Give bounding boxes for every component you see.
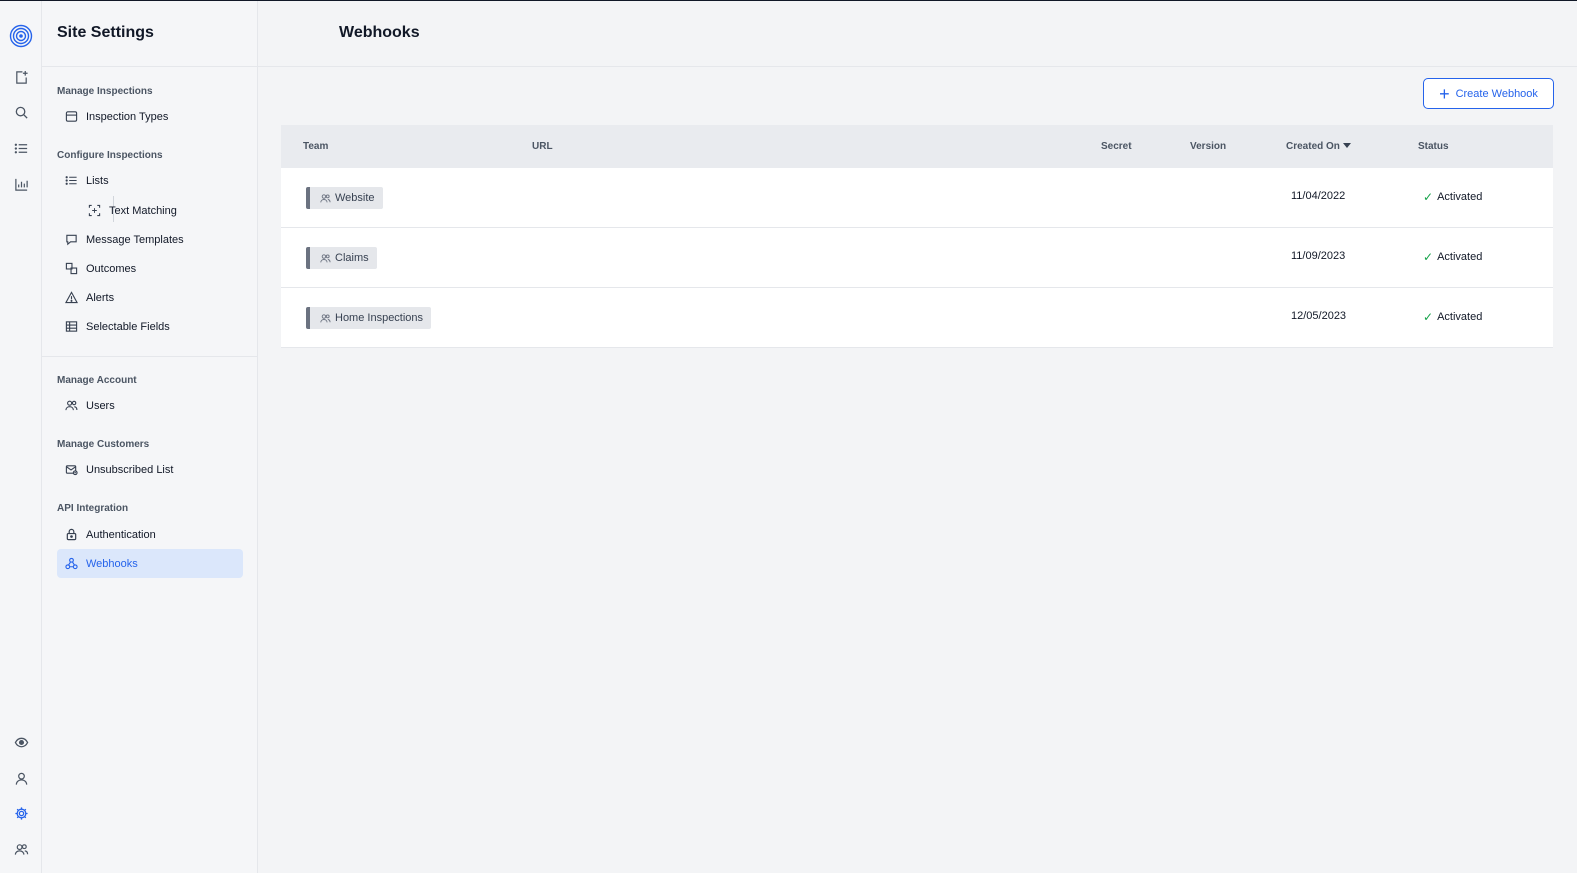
sort-descending-icon — [1342, 143, 1351, 148]
team-tag: Website — [306, 187, 383, 209]
new-inspection-icon[interactable] — [0, 63, 42, 91]
team-icon — [320, 253, 331, 262]
check-icon: ✓ — [1423, 250, 1434, 264]
team-icon — [320, 193, 331, 202]
column-header-status[interactable]: Status — [1418, 141, 1449, 152]
settings-sidebar: Site Settings Manage Inspections Inspect… — [42, 1, 258, 873]
table-icon — [64, 320, 78, 334]
sidebar-item-alerts[interactable]: Alerts — [57, 283, 243, 312]
table-row[interactable]: Website 11/04/2022 ✓ Activated — [281, 168, 1553, 228]
table-row[interactable]: Claims 11/09/2023 ✓ Activated — [281, 228, 1553, 288]
sidebar-item-label: Unsubscribed List — [86, 463, 174, 476]
list-icon — [64, 174, 78, 188]
sidebar-item-text-matching[interactable]: Text Matching — [80, 196, 243, 225]
team-tag: Home Inspections — [306, 307, 432, 329]
webhooks-table: Team URL Secret Version Created On Statu… — [281, 125, 1553, 348]
text-scan-icon — [87, 204, 101, 218]
sidebar-item-label: Authentication — [86, 528, 156, 541]
table-row[interactable]: Home Inspections 12/05/2023 ✓ Activated — [281, 288, 1553, 348]
sidebar-item-users[interactable]: Users — [57, 391, 243, 420]
column-header-url[interactable]: URL — [532, 141, 553, 152]
team-icon — [320, 313, 331, 322]
divider — [258, 66, 1577, 67]
created-on-cell: 11/09/2023 — [1291, 250, 1346, 262]
status-text: Activated — [1437, 311, 1483, 323]
divider — [42, 66, 258, 67]
logo-icon[interactable] — [9, 24, 33, 48]
team-name: Claims — [335, 252, 369, 264]
status-text: Activated — [1437, 251, 1483, 263]
team-tag: Claims — [306, 247, 377, 269]
status-cell: ✓ Activated — [1423, 190, 1482, 204]
sidebar-item-label: Users — [86, 399, 115, 412]
column-header-secret[interactable]: Secret — [1101, 141, 1132, 152]
sidebar-item-label: Lists — [86, 174, 109, 187]
sidebar-item-selectable-fields[interactable]: Selectable Fields — [57, 312, 243, 341]
eye-icon[interactable] — [0, 728, 42, 756]
divider — [42, 356, 258, 357]
created-on-cell: 12/05/2023 — [1291, 310, 1347, 322]
section-label-manage-inspections: Manage Inspections — [57, 86, 153, 97]
create-webhook-label: Create Webhook — [1455, 87, 1538, 100]
column-header-version[interactable]: Version — [1190, 141, 1226, 152]
team-name: Website — [335, 192, 375, 204]
column-header-team[interactable]: Team — [303, 141, 328, 152]
table-header: Team URL Secret Version Created On Statu… — [281, 125, 1553, 168]
search-icon[interactable] — [0, 98, 42, 126]
section-label-manage-customers: Manage Customers — [57, 439, 150, 450]
lock-icon — [64, 528, 78, 542]
section-label-api-integration: API Integration — [57, 503, 129, 514]
sidebar-item-outcomes[interactable]: Outcomes — [57, 254, 243, 283]
user-icon[interactable] — [0, 764, 42, 792]
alert-triangle-icon — [64, 291, 78, 305]
users-icon — [64, 399, 78, 413]
column-header-created-on-label: Created On — [1286, 141, 1340, 152]
sidebar-item-label: Webhooks — [86, 557, 138, 570]
team-icon[interactable] — [0, 835, 42, 863]
sidebar-item-authentication[interactable]: Authentication — [57, 520, 243, 549]
message-icon — [64, 233, 78, 247]
sidebar-item-message-templates[interactable]: Message Templates — [57, 225, 243, 254]
status-text: Activated — [1437, 191, 1483, 203]
webhook-icon — [64, 557, 78, 571]
mail-off-icon — [64, 463, 78, 477]
sidebar-item-label: Text Matching — [109, 204, 177, 217]
section-label-configure-inspections: Configure Inspections — [57, 150, 163, 161]
status-cell: ✓ Activated — [1423, 310, 1482, 324]
card-icon — [64, 110, 78, 124]
chart-icon[interactable] — [0, 170, 42, 198]
created-on-cell: 11/04/2022 — [1291, 190, 1346, 202]
list-icon[interactable] — [0, 134, 42, 162]
sidebar-item-label: Outcomes — [86, 262, 137, 275]
sidebar-item-webhooks[interactable]: Webhooks — [57, 549, 243, 578]
status-cell: ✓ Activated — [1423, 250, 1482, 264]
sidebar-item-lists[interactable]: Lists — [57, 166, 243, 195]
plus-icon: + — [1439, 83, 1450, 104]
section-label-manage-account: Manage Account — [57, 375, 137, 386]
main-content: Webhooks + Create Webhook Team URL Secre… — [258, 1, 1577, 873]
settings-icon[interactable] — [0, 799, 42, 827]
check-icon: ✓ — [1423, 190, 1434, 204]
sidebar-item-label: Alerts — [86, 291, 115, 304]
check-icon: ✓ — [1423, 310, 1434, 324]
sidebar-item-inspection-types[interactable]: Inspection Types — [57, 102, 243, 131]
team-name: Home Inspections — [335, 312, 424, 324]
outcomes-icon — [64, 262, 78, 276]
page-title: Webhooks — [339, 24, 420, 41]
create-webhook-button[interactable]: + Create Webhook — [1423, 78, 1554, 109]
sidebar-item-label: Selectable Fields — [86, 320, 170, 333]
sidebar-item-label: Inspection Types — [86, 110, 169, 123]
sidebar-item-unsubscribed-list[interactable]: Unsubscribed List — [57, 455, 243, 484]
column-header-created-on[interactable]: Created On — [1286, 141, 1351, 152]
sidebar-title: Site Settings — [57, 24, 154, 41]
icon-rail — [0, 1, 42, 873]
sidebar-item-label: Message Templates — [86, 233, 184, 246]
